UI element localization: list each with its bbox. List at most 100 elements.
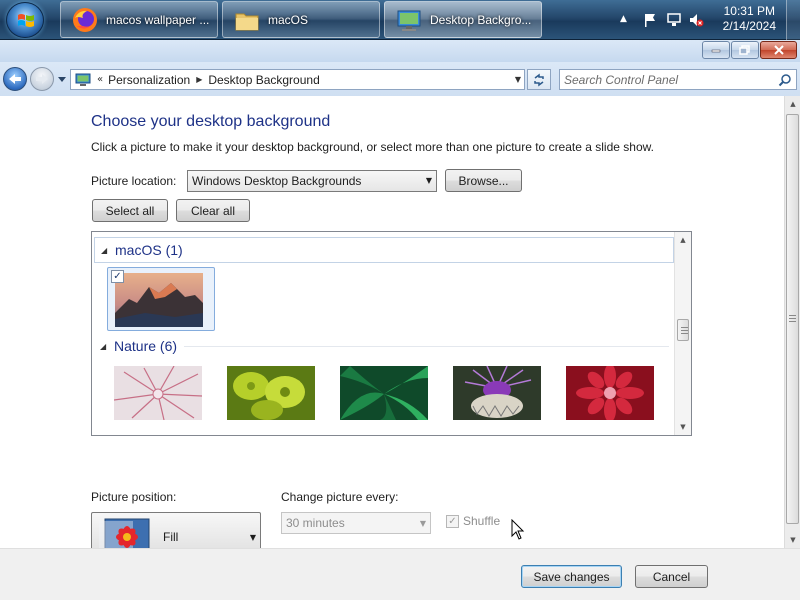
page-title: Choose your desktop background <box>91 113 331 130</box>
system-tray: ▲ 10:31 PM 2/14/2024 <box>610 0 800 40</box>
breadcrumb-desktop-background[interactable]: Desktop Background <box>208 73 319 87</box>
breadcrumb-personalization[interactable]: Personalization <box>108 73 190 87</box>
control-panel-window: « Personalization ▶ Desktop Background ▼… <box>0 40 800 600</box>
clock-date: 2/14/2024 <box>722 19 776 33</box>
forward-button[interactable] <box>30 67 54 91</box>
group-header-nature[interactable]: ◢ Nature (6) <box>94 334 674 360</box>
browse-button[interactable]: Browse... <box>445 169 522 192</box>
wallpaper-thumbnail-nature-4[interactable] <box>453 366 541 420</box>
shuffle-label: Shuffle <box>463 514 501 528</box>
grip-line <box>681 333 688 334</box>
taskbar-button-label: macos wallpaper ... <box>106 13 210 27</box>
close-button[interactable] <box>760 41 797 59</box>
taskbar-button-firefox[interactable]: macos wallpaper ... <box>60 1 218 38</box>
start-button[interactable] <box>6 2 44 38</box>
clock-time: 10:31 PM <box>723 4 775 18</box>
show-hidden-icons-icon[interactable]: ▲ <box>620 14 636 30</box>
wallpaper-thumbnail-nature-2[interactable] <box>227 366 315 420</box>
content-scrollbar[interactable]: ▲ ▼ <box>784 96 800 548</box>
folder-icon <box>235 13 259 31</box>
firefox-icon <box>73 8 97 32</box>
minimize-button[interactable] <box>702 41 730 59</box>
close-icon <box>773 45 784 55</box>
picture-position-label: Picture position: <box>91 490 177 504</box>
scrollbar-thumb[interactable] <box>677 319 689 341</box>
checkbox-check-icon: ✓ <box>446 514 459 528</box>
content-pane: Choose your desktop background Click a p… <box>0 96 784 562</box>
shuffle-checkbox: ✓ Shuffle <box>446 514 500 528</box>
select-all-button[interactable]: Select all <box>92 199 168 222</box>
picture-list[interactable]: ◢ macOS (1) ✓ ◢ Nature (6) ▲ ▼ <box>91 231 692 436</box>
grip-line <box>681 330 688 331</box>
grip-line <box>681 327 688 328</box>
navigation-bar: « Personalization ▶ Desktop Background ▼ <box>0 62 800 96</box>
action-center-flag-icon[interactable] <box>642 12 658 28</box>
windows-logo-icon <box>18 14 34 27</box>
wallpaper-image-mountain <box>115 273 203 327</box>
picture-location-value: Windows Desktop Backgrounds <box>192 174 362 188</box>
search-icon[interactable] <box>778 73 792 87</box>
refresh-button[interactable] <box>527 69 551 90</box>
volume-muted-icon[interactable] <box>688 12 704 28</box>
scroll-down-icon[interactable]: ▼ <box>675 419 691 435</box>
taskbar-button-desktop-background[interactable]: Desktop Backgro... <box>384 1 542 38</box>
back-button[interactable] <box>3 67 27 91</box>
wallpaper-thumbnail-nature-3[interactable] <box>340 366 428 420</box>
grip-line <box>789 321 796 322</box>
scroll-up-icon[interactable]: ▲ <box>785 96 800 112</box>
change-interval-select: 30 minutes ▼ <box>281 512 431 534</box>
control-panel-icon <box>397 10 421 31</box>
address-bar[interactable]: « Personalization ▶ Desktop Background ▼ <box>70 69 525 90</box>
group-name: macOS (1) <box>115 242 183 258</box>
chevron-down-icon: ▼ <box>249 533 256 542</box>
restore-icon <box>739 45 750 55</box>
restore-button[interactable] <box>731 41 759 59</box>
scroll-up-icon[interactable]: ▲ <box>675 232 691 248</box>
forward-arrow-icon <box>36 74 48 84</box>
search-box[interactable] <box>559 69 797 90</box>
collapse-triangle-icon[interactable]: ◢ <box>100 342 106 351</box>
minimize-icon <box>711 49 721 53</box>
recent-pages-dropdown-icon[interactable] <box>57 73 67 85</box>
back-arrow-icon <box>9 74 21 84</box>
taskbar: macos wallpaper ... macOS Desktop Backgr… <box>0 0 800 40</box>
grip-line <box>789 318 796 319</box>
picture-list-scrollbar[interactable]: ▲ ▼ <box>674 232 691 435</box>
refresh-icon <box>534 73 544 86</box>
collapse-triangle-icon[interactable]: ◢ <box>101 246 107 255</box>
clock[interactable]: 10:31 PM 2/14/2024 <box>723 4 776 34</box>
picture-location-select[interactable]: Windows Desktop Backgrounds ▼ <box>187 170 437 192</box>
show-desktop-button[interactable] <box>786 0 800 40</box>
picture-position-value: Fill <box>163 530 179 544</box>
change-interval-value: 30 minutes <box>286 516 345 530</box>
mouse-pointer-icon <box>511 519 525 540</box>
wallpaper-checkbox[interactable]: ✓ <box>111 270 124 283</box>
change-interval-label: Change picture every: <box>281 490 399 504</box>
picture-location-label: Picture location: <box>91 174 177 188</box>
address-dropdown-icon[interactable]: ▼ <box>515 75 521 84</box>
taskbar-button-macos-folder[interactable]: macOS <box>222 1 380 38</box>
search-input[interactable] <box>564 72 769 87</box>
title-bar[interactable] <box>0 40 800 62</box>
grip-line <box>789 315 796 316</box>
save-changes-button[interactable]: Save changes <box>521 565 622 588</box>
breadcrumb-separator-icon[interactable]: ▶ <box>196 75 202 84</box>
clear-all-button[interactable]: Clear all <box>176 199 250 222</box>
control-panel-small-icon <box>75 73 91 86</box>
wallpaper-thumbnail-macos[interactable]: ✓ <box>107 267 215 331</box>
scroll-down-icon[interactable]: ▼ <box>785 532 800 548</box>
wallpaper-thumbnail-nature-5[interactable] <box>566 366 654 420</box>
group-divider <box>184 346 669 347</box>
scrollbar-thumb[interactable] <box>786 114 799 524</box>
footer-bar: Save changes Cancel <box>0 548 800 600</box>
cancel-button[interactable]: Cancel <box>635 565 708 588</box>
breadcrumb-overflow[interactable]: « <box>97 74 103 85</box>
page-instructions: Click a picture to make it your desktop … <box>91 140 654 154</box>
wallpaper-thumbnail-nature-1[interactable] <box>114 366 202 420</box>
group-header-macos[interactable]: ◢ macOS (1) <box>94 237 674 263</box>
chevron-down-icon: ▼ <box>425 176 432 185</box>
chevron-down-icon: ▼ <box>419 519 426 528</box>
network-icon[interactable] <box>666 12 682 28</box>
group-name: Nature (6) <box>114 338 178 354</box>
taskbar-button-label: Desktop Backgro... <box>430 13 532 27</box>
